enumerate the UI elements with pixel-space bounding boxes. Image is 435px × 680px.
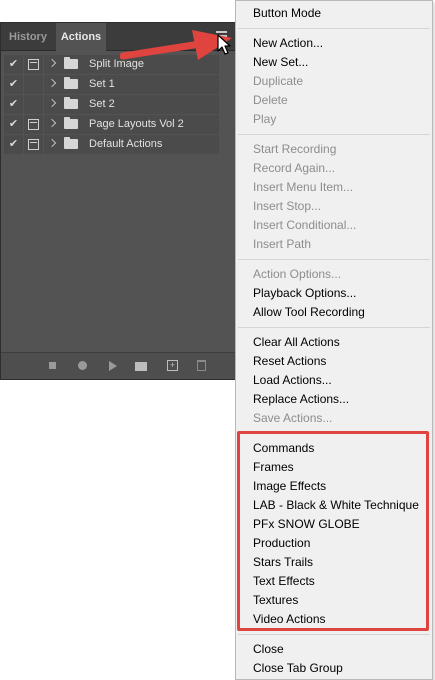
chevron-right-icon[interactable] bbox=[47, 138, 57, 148]
chevron-right-icon[interactable] bbox=[47, 118, 57, 128]
new-set-icon[interactable] bbox=[135, 362, 147, 371]
action-set-row[interactable]: ✔ Default Actions bbox=[1, 135, 235, 154]
panel-bottom-toolbar: + bbox=[1, 352, 235, 379]
menu-item-reset-actions[interactable]: Reset Actions bbox=[253, 352, 326, 371]
menu-item-load-actions[interactable]: Load Actions... bbox=[253, 371, 332, 390]
folder-icon bbox=[64, 77, 78, 89]
action-set-name: Page Layouts Vol 2 bbox=[89, 118, 184, 130]
folder-icon bbox=[64, 97, 78, 109]
stop-icon[interactable] bbox=[49, 362, 56, 369]
menu-item-insert-conditional: Insert Conditional... bbox=[253, 218, 357, 232]
menu-separator bbox=[238, 134, 430, 135]
action-set-name: Default Actions bbox=[89, 138, 163, 150]
record-icon[interactable] bbox=[78, 361, 87, 370]
dialog-toggle[interactable] bbox=[24, 115, 43, 134]
menu-item-insert-menu-item: Insert Menu Item... bbox=[253, 180, 354, 194]
menu-separator bbox=[238, 634, 430, 635]
action-set-row[interactable]: ✔ Set 2 bbox=[1, 95, 235, 114]
menu-item-save-actions: Save Actions... bbox=[253, 411, 333, 425]
dialog-icon bbox=[28, 139, 39, 150]
menu-separator bbox=[238, 327, 430, 328]
dialog-icon bbox=[28, 119, 39, 130]
menu-item-duplicate: Duplicate bbox=[253, 74, 304, 88]
menu-item-allow-tool-recording[interactable]: Allow Tool Recording bbox=[253, 303, 365, 322]
toggle-checkmark-icon[interactable]: ✔ bbox=[4, 115, 23, 134]
tab-actions[interactable]: Actions bbox=[56, 23, 106, 52]
menu-item-play: Play bbox=[253, 112, 277, 126]
actions-panel: History Actions ✔ Split Image ✔ Set 1 ✔ bbox=[0, 22, 236, 380]
menu-separator bbox=[238, 28, 430, 29]
highlight-box-annotation bbox=[237, 431, 429, 631]
menu-item-button-mode[interactable]: Button Mode bbox=[253, 4, 321, 23]
dialog-toggle[interactable] bbox=[24, 55, 43, 74]
folder-icon bbox=[64, 57, 78, 69]
action-set-row[interactable]: ✔ Page Layouts Vol 2 bbox=[1, 115, 235, 134]
dialog-toggle[interactable] bbox=[24, 75, 43, 94]
menu-item-replace-actions[interactable]: Replace Actions... bbox=[253, 390, 349, 409]
menu-item-start-recording: Start Recording bbox=[253, 142, 337, 156]
chevron-right-icon[interactable] bbox=[47, 78, 57, 88]
play-icon[interactable] bbox=[109, 361, 117, 371]
chevron-right-icon[interactable] bbox=[47, 58, 57, 68]
delete-icon[interactable] bbox=[197, 360, 206, 371]
menu-item-close[interactable]: Close bbox=[253, 640, 284, 659]
menu-item-clear-all-actions[interactable]: Clear All Actions bbox=[253, 333, 340, 352]
dialog-toggle[interactable] bbox=[24, 95, 43, 114]
action-set-row[interactable]: ✔ Set 1 bbox=[1, 75, 235, 94]
menu-item-insert-path: Insert Path bbox=[253, 237, 312, 251]
dialog-toggle[interactable] bbox=[24, 135, 43, 154]
folder-icon bbox=[64, 137, 78, 149]
menu-item-new-set[interactable]: New Set... bbox=[253, 53, 308, 72]
new-action-icon[interactable]: + bbox=[167, 360, 178, 371]
folder-icon bbox=[64, 117, 78, 129]
menu-item-delete: Delete bbox=[253, 93, 288, 107]
menu-item-new-action[interactable]: New Action... bbox=[253, 34, 323, 53]
menu-item-playback-options[interactable]: Playback Options... bbox=[253, 284, 356, 303]
menu-item-close-tab-group[interactable]: Close Tab Group bbox=[253, 659, 343, 678]
menu-separator bbox=[238, 259, 430, 260]
actions-list: ✔ Split Image ✔ Set 1 ✔ Set 2 ✔ Page Lay… bbox=[1, 55, 235, 155]
toggle-checkmark-icon[interactable]: ✔ bbox=[4, 95, 23, 114]
action-set-name: Set 2 bbox=[89, 98, 115, 110]
tab-history[interactable]: History bbox=[1, 23, 55, 51]
dialog-icon bbox=[28, 59, 39, 70]
menu-item-action-options: Action Options... bbox=[253, 267, 342, 281]
mouse-pointer-icon bbox=[217, 34, 231, 55]
toggle-checkmark-icon[interactable]: ✔ bbox=[4, 75, 23, 94]
action-set-name: Set 1 bbox=[89, 78, 115, 90]
menu-item-insert-stop: Insert Stop... bbox=[253, 199, 322, 213]
toggle-checkmark-icon[interactable]: ✔ bbox=[4, 55, 23, 74]
chevron-right-icon[interactable] bbox=[47, 98, 57, 108]
menu-item-record-again: Record Again... bbox=[253, 161, 336, 175]
toggle-checkmark-icon[interactable]: ✔ bbox=[4, 135, 23, 154]
